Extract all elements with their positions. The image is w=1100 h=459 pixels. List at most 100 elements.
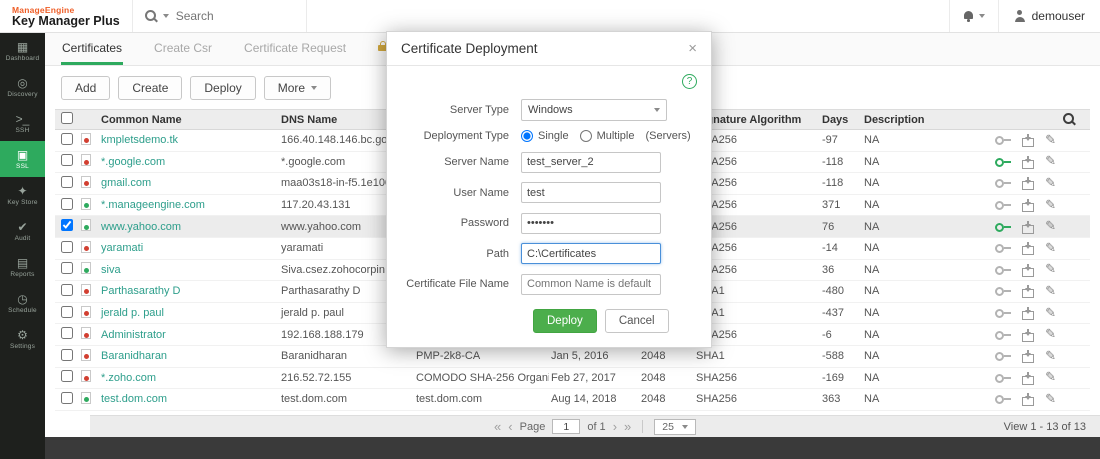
common-name-link[interactable]: test.dom.com	[101, 393, 167, 405]
deploy-icon[interactable]	[1022, 160, 1034, 169]
deploy-icon[interactable]	[1022, 311, 1034, 320]
row-checkbox[interactable]	[61, 327, 73, 339]
edit-icon[interactable]	[1045, 178, 1056, 189]
key-icon[interactable]	[995, 157, 1011, 167]
server-name-input[interactable]	[521, 152, 661, 173]
prev-page-icon[interactable]	[508, 420, 512, 433]
sidebar-item-reports[interactable]: ▤ Reports	[0, 249, 45, 285]
table-row[interactable]: Baranidharan Baranidharan PMP-2k8-CA Jan…	[55, 346, 1090, 368]
row-checkbox[interactable]	[61, 370, 73, 382]
password-input[interactable]	[521, 213, 661, 234]
user-menu[interactable]: demouser	[998, 0, 1100, 32]
key-icon[interactable]	[995, 178, 1011, 188]
row-checkbox[interactable]	[61, 349, 73, 361]
brand-logo[interactable]: ManageEngine Key Manager Plus	[0, 4, 132, 28]
table-row[interactable]: test.dom.com test.dom.com test.dom.com A…	[55, 389, 1090, 411]
edit-icon[interactable]	[1045, 135, 1056, 146]
single-radio[interactable]	[521, 130, 533, 142]
close-icon[interactable]: ×	[688, 40, 697, 57]
tab-create-csr[interactable]: Create Csr	[153, 33, 213, 65]
search-input[interactable]	[174, 8, 279, 24]
edit-icon[interactable]	[1045, 200, 1056, 211]
column-signature-algorithm[interactable]: Signature Algorithm	[694, 114, 820, 126]
common-name-link[interactable]: siva	[101, 264, 121, 276]
sidebar-item-ssl[interactable]: ▣ SSL	[0, 141, 45, 177]
key-icon[interactable]	[995, 373, 1011, 383]
deploy-icon[interactable]	[1022, 354, 1034, 363]
edit-icon[interactable]	[1045, 351, 1056, 362]
next-page-icon[interactable]	[613, 420, 617, 433]
sidebar-item-discovery[interactable]: ◎ Discovery	[0, 69, 45, 105]
row-checkbox[interactable]	[61, 241, 73, 253]
search-icon[interactable]	[145, 10, 158, 23]
edit-icon[interactable]	[1045, 372, 1056, 383]
first-page-icon[interactable]	[494, 420, 501, 433]
common-name-link[interactable]: jerald p. paul	[101, 307, 164, 319]
key-icon[interactable]	[995, 351, 1011, 361]
sidebar-item-dashboard[interactable]: ▦ Dashboard	[0, 33, 45, 69]
common-name-link[interactable]: *.google.com	[101, 156, 165, 168]
key-icon[interactable]	[995, 265, 1011, 275]
deploy-icon[interactable]	[1022, 203, 1034, 212]
key-icon[interactable]	[995, 286, 1011, 296]
search-scope-caret-icon[interactable]	[163, 14, 169, 18]
deploy-icon[interactable]	[1022, 181, 1034, 190]
key-icon[interactable]	[995, 394, 1011, 404]
add-button[interactable]: Add	[61, 76, 110, 100]
edit-icon[interactable]	[1045, 308, 1056, 319]
tab-certificates[interactable]: Certificates	[61, 33, 123, 65]
common-name-link[interactable]: *.zoho.com	[101, 372, 156, 384]
server-type-select[interactable]: Windows	[521, 99, 667, 121]
key-icon[interactable]	[995, 243, 1011, 253]
common-name-link[interactable]: www.yahoo.com	[101, 221, 181, 233]
page-size-select[interactable]: 25	[654, 419, 696, 435]
page-number-input[interactable]	[552, 419, 580, 434]
tab-certificate-request[interactable]: Certificate Request	[243, 33, 347, 65]
row-checkbox[interactable]	[61, 198, 73, 210]
sidebar-item-settings[interactable]: ⚙ Settings	[0, 321, 45, 357]
edit-icon[interactable]	[1045, 156, 1056, 167]
row-checkbox[interactable]	[61, 176, 73, 188]
edit-icon[interactable]	[1045, 264, 1056, 275]
common-name-link[interactable]: Administrator	[101, 329, 166, 341]
edit-icon[interactable]	[1045, 329, 1056, 340]
row-checkbox[interactable]	[61, 306, 73, 318]
deploy-icon[interactable]	[1022, 376, 1034, 385]
modal-deploy-button[interactable]: Deploy	[533, 309, 597, 333]
sidebar-item-schedule[interactable]: ◷ Schedule	[0, 285, 45, 321]
row-checkbox[interactable]	[61, 284, 73, 296]
table-row[interactable]: *.zoho.com 216.52.72.155 COMODO SHA-256 …	[55, 368, 1090, 390]
certificate-file-name-input[interactable]	[521, 274, 661, 295]
row-checkbox[interactable]	[61, 133, 73, 145]
common-name-link[interactable]: yaramati	[101, 242, 143, 254]
deploy-icon[interactable]	[1022, 138, 1034, 147]
column-days[interactable]: Days	[820, 114, 862, 126]
column-description[interactable]: Description	[862, 114, 970, 126]
deploy-icon[interactable]	[1022, 268, 1034, 277]
row-checkbox[interactable]	[61, 219, 73, 231]
row-checkbox[interactable]	[61, 392, 73, 404]
table-search-icon[interactable]	[1063, 113, 1076, 126]
common-name-link[interactable]: gmail.com	[101, 177, 151, 189]
column-common-name[interactable]: Common Name	[99, 114, 279, 126]
edit-icon[interactable]	[1045, 286, 1056, 297]
common-name-link[interactable]: kmpletsdemo.tk	[101, 134, 178, 146]
key-icon[interactable]	[995, 135, 1011, 145]
edit-icon[interactable]	[1045, 221, 1056, 232]
deploy-icon[interactable]	[1022, 397, 1034, 406]
path-input[interactable]	[521, 243, 661, 264]
common-name-link[interactable]: *.manageengine.com	[101, 199, 205, 211]
create-button[interactable]: Create	[118, 76, 182, 100]
modal-cancel-button[interactable]: Cancel	[605, 309, 669, 333]
sidebar-item-audit[interactable]: ✔ Audit	[0, 213, 45, 249]
key-icon[interactable]	[995, 308, 1011, 318]
edit-icon[interactable]	[1045, 243, 1056, 254]
edit-icon[interactable]	[1045, 394, 1056, 405]
deploy-button[interactable]: Deploy	[190, 76, 255, 100]
deploy-icon[interactable]	[1022, 225, 1034, 234]
deploy-icon[interactable]	[1022, 333, 1034, 342]
help-icon[interactable]: ?	[682, 74, 697, 89]
more-button[interactable]: More	[264, 76, 331, 100]
row-checkbox[interactable]	[61, 154, 73, 166]
notifications-menu[interactable]	[949, 0, 998, 32]
